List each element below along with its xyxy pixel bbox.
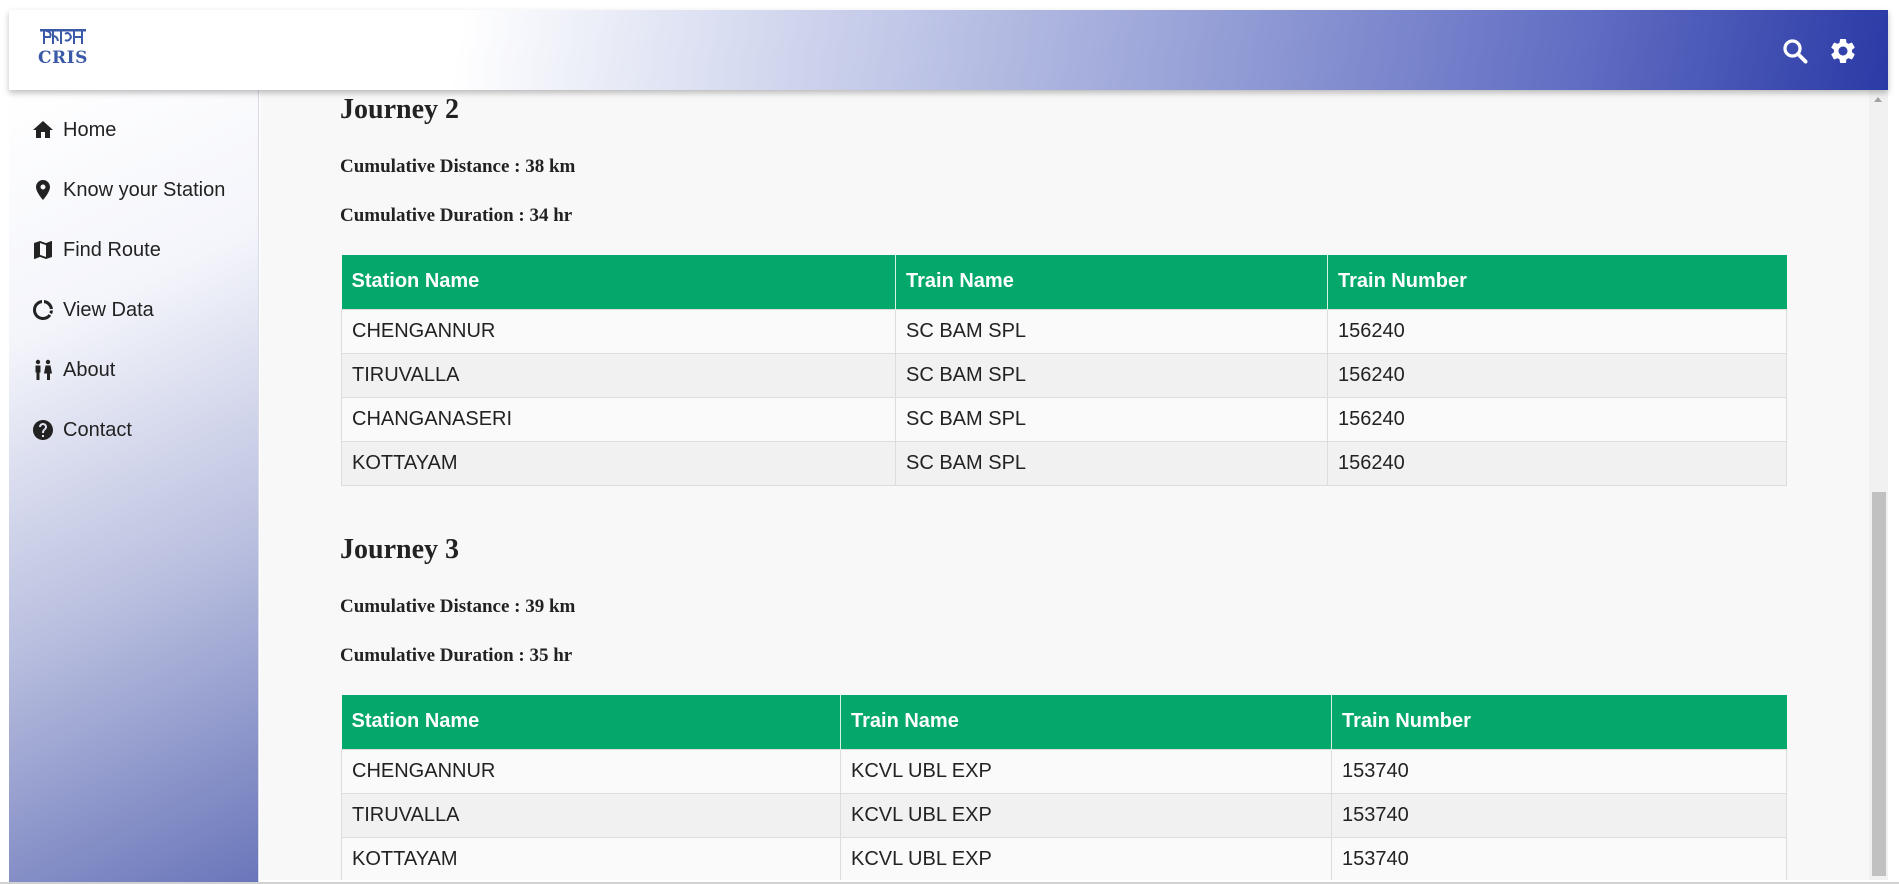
scroll-up-arrow-icon[interactable]	[1874, 97, 1882, 102]
journey-title: Journey 2	[340, 94, 459, 125]
vertical-scrollbar[interactable]	[1869, 90, 1888, 880]
station-name-cell: CHANGANASERI	[341, 396, 896, 442]
column-header-train-number: Train Number	[1327, 255, 1787, 309]
journey-title: Journey 3	[340, 534, 459, 565]
sidebar-nav: Home Know your Station Find Route View D…	[9, 90, 259, 882]
station-name-cell: KOTTAYAM	[341, 440, 896, 486]
train-number-cell: 153740	[1331, 748, 1787, 794]
cumulative-distance: Cumulative Distance : 39 km	[340, 596, 576, 617]
station-name-cell: TIRUVALLA	[341, 792, 841, 838]
column-header-train-name: Train Name	[895, 255, 1328, 309]
table-row: CHANGANASERI SC BAM SPL 156240	[341, 396, 1787, 442]
column-header-train-name: Train Name	[840, 695, 1332, 749]
train-name-cell: SC BAM SPL	[895, 308, 1328, 354]
sidebar-item-find-route[interactable]: Find Route	[9, 225, 259, 275]
cumulative-duration: Cumulative Duration : 34 hr	[340, 205, 573, 226]
scrollbar-thumb[interactable]	[1872, 492, 1886, 876]
train-number-cell: 153740	[1331, 836, 1787, 880]
table-row: KOTTAYAM KCVL UBL EXP 153740	[341, 836, 1787, 880]
cumulative-duration: Cumulative Duration : 35 hr	[340, 645, 573, 666]
cumulative-distance: Cumulative Distance : 38 km	[340, 156, 576, 177]
train-name-cell: KCVL UBL EXP	[840, 748, 1332, 794]
sidebar-item-view-data[interactable]: View Data	[9, 285, 259, 335]
train-name-cell: SC BAM SPL	[895, 440, 1328, 486]
table-header-row: Station Name Train Name Train Number	[341, 255, 1787, 309]
table-header-row: Station Name Train Name Train Number	[341, 695, 1787, 749]
station-name-cell: CHENGANNUR	[341, 748, 841, 794]
column-header-station-name: Station Name	[341, 695, 841, 749]
sidebar-item-label: Know your Station	[63, 178, 226, 201]
cris-hindi-wordmark-icon	[40, 29, 86, 44]
ring-chart-icon	[31, 298, 55, 322]
table-row: CHENGANNUR KCVL UBL EXP 153740	[341, 748, 1787, 794]
home-icon	[31, 118, 55, 142]
table-row: TIRUVALLA SC BAM SPL 156240	[341, 352, 1787, 398]
app-header: CRIS	[9, 10, 1888, 90]
table-row: KOTTAYAM SC BAM SPL 156240	[341, 440, 1787, 486]
table-row: CHENGANNUR SC BAM SPL 156240	[341, 308, 1787, 354]
train-number-cell: 156240	[1327, 396, 1787, 442]
sidebar-item-label: View Data	[63, 298, 154, 321]
sidebar-item-label: Find Route	[63, 238, 161, 261]
table-row: TIRUVALLA KCVL UBL EXP 153740	[341, 792, 1787, 838]
train-name-cell: KCVL UBL EXP	[840, 792, 1332, 838]
train-name-cell: SC BAM SPL	[895, 396, 1328, 442]
column-header-train-number: Train Number	[1331, 695, 1787, 749]
cris-logo[interactable]: CRIS	[35, 28, 91, 72]
train-number-cell: 156240	[1327, 440, 1787, 486]
sidebar-item-label: Home	[63, 118, 117, 141]
gear-icon[interactable]	[1828, 36, 1858, 66]
sidebar-item-home[interactable]: Home	[9, 105, 259, 155]
sidebar-item-about[interactable]: About	[9, 345, 259, 395]
station-name-cell: TIRUVALLA	[341, 352, 896, 398]
train-number-cell: 156240	[1327, 308, 1787, 354]
main-content: Journey 2 Cumulative Distance : 38 km Cu…	[260, 90, 1869, 880]
help-circle-icon	[31, 418, 55, 442]
station-name-cell: CHENGANNUR	[341, 308, 896, 354]
map-icon	[31, 238, 55, 262]
location-pin-icon	[31, 178, 55, 202]
train-name-cell: KCVL UBL EXP	[840, 836, 1332, 880]
sidebar-item-contact[interactable]: Contact	[9, 405, 259, 455]
people-icon	[31, 358, 55, 382]
route-table: Station Name Train Name Train Number CHE…	[341, 255, 1787, 486]
column-header-station-name: Station Name	[341, 255, 896, 309]
sidebar-item-know-your-station[interactable]: Know your Station	[9, 165, 259, 215]
train-name-cell: SC BAM SPL	[895, 352, 1328, 398]
route-table: Station Name Train Name Train Number CHE…	[341, 695, 1787, 880]
sidebar-item-label: About	[63, 358, 116, 381]
sidebar-item-label: Contact	[63, 418, 132, 441]
cris-logo-text: CRIS	[38, 48, 88, 68]
train-number-cell: 153740	[1331, 792, 1787, 838]
search-icon[interactable]	[1780, 36, 1810, 66]
station-name-cell: KOTTAYAM	[341, 836, 841, 880]
train-number-cell: 156240	[1327, 352, 1787, 398]
